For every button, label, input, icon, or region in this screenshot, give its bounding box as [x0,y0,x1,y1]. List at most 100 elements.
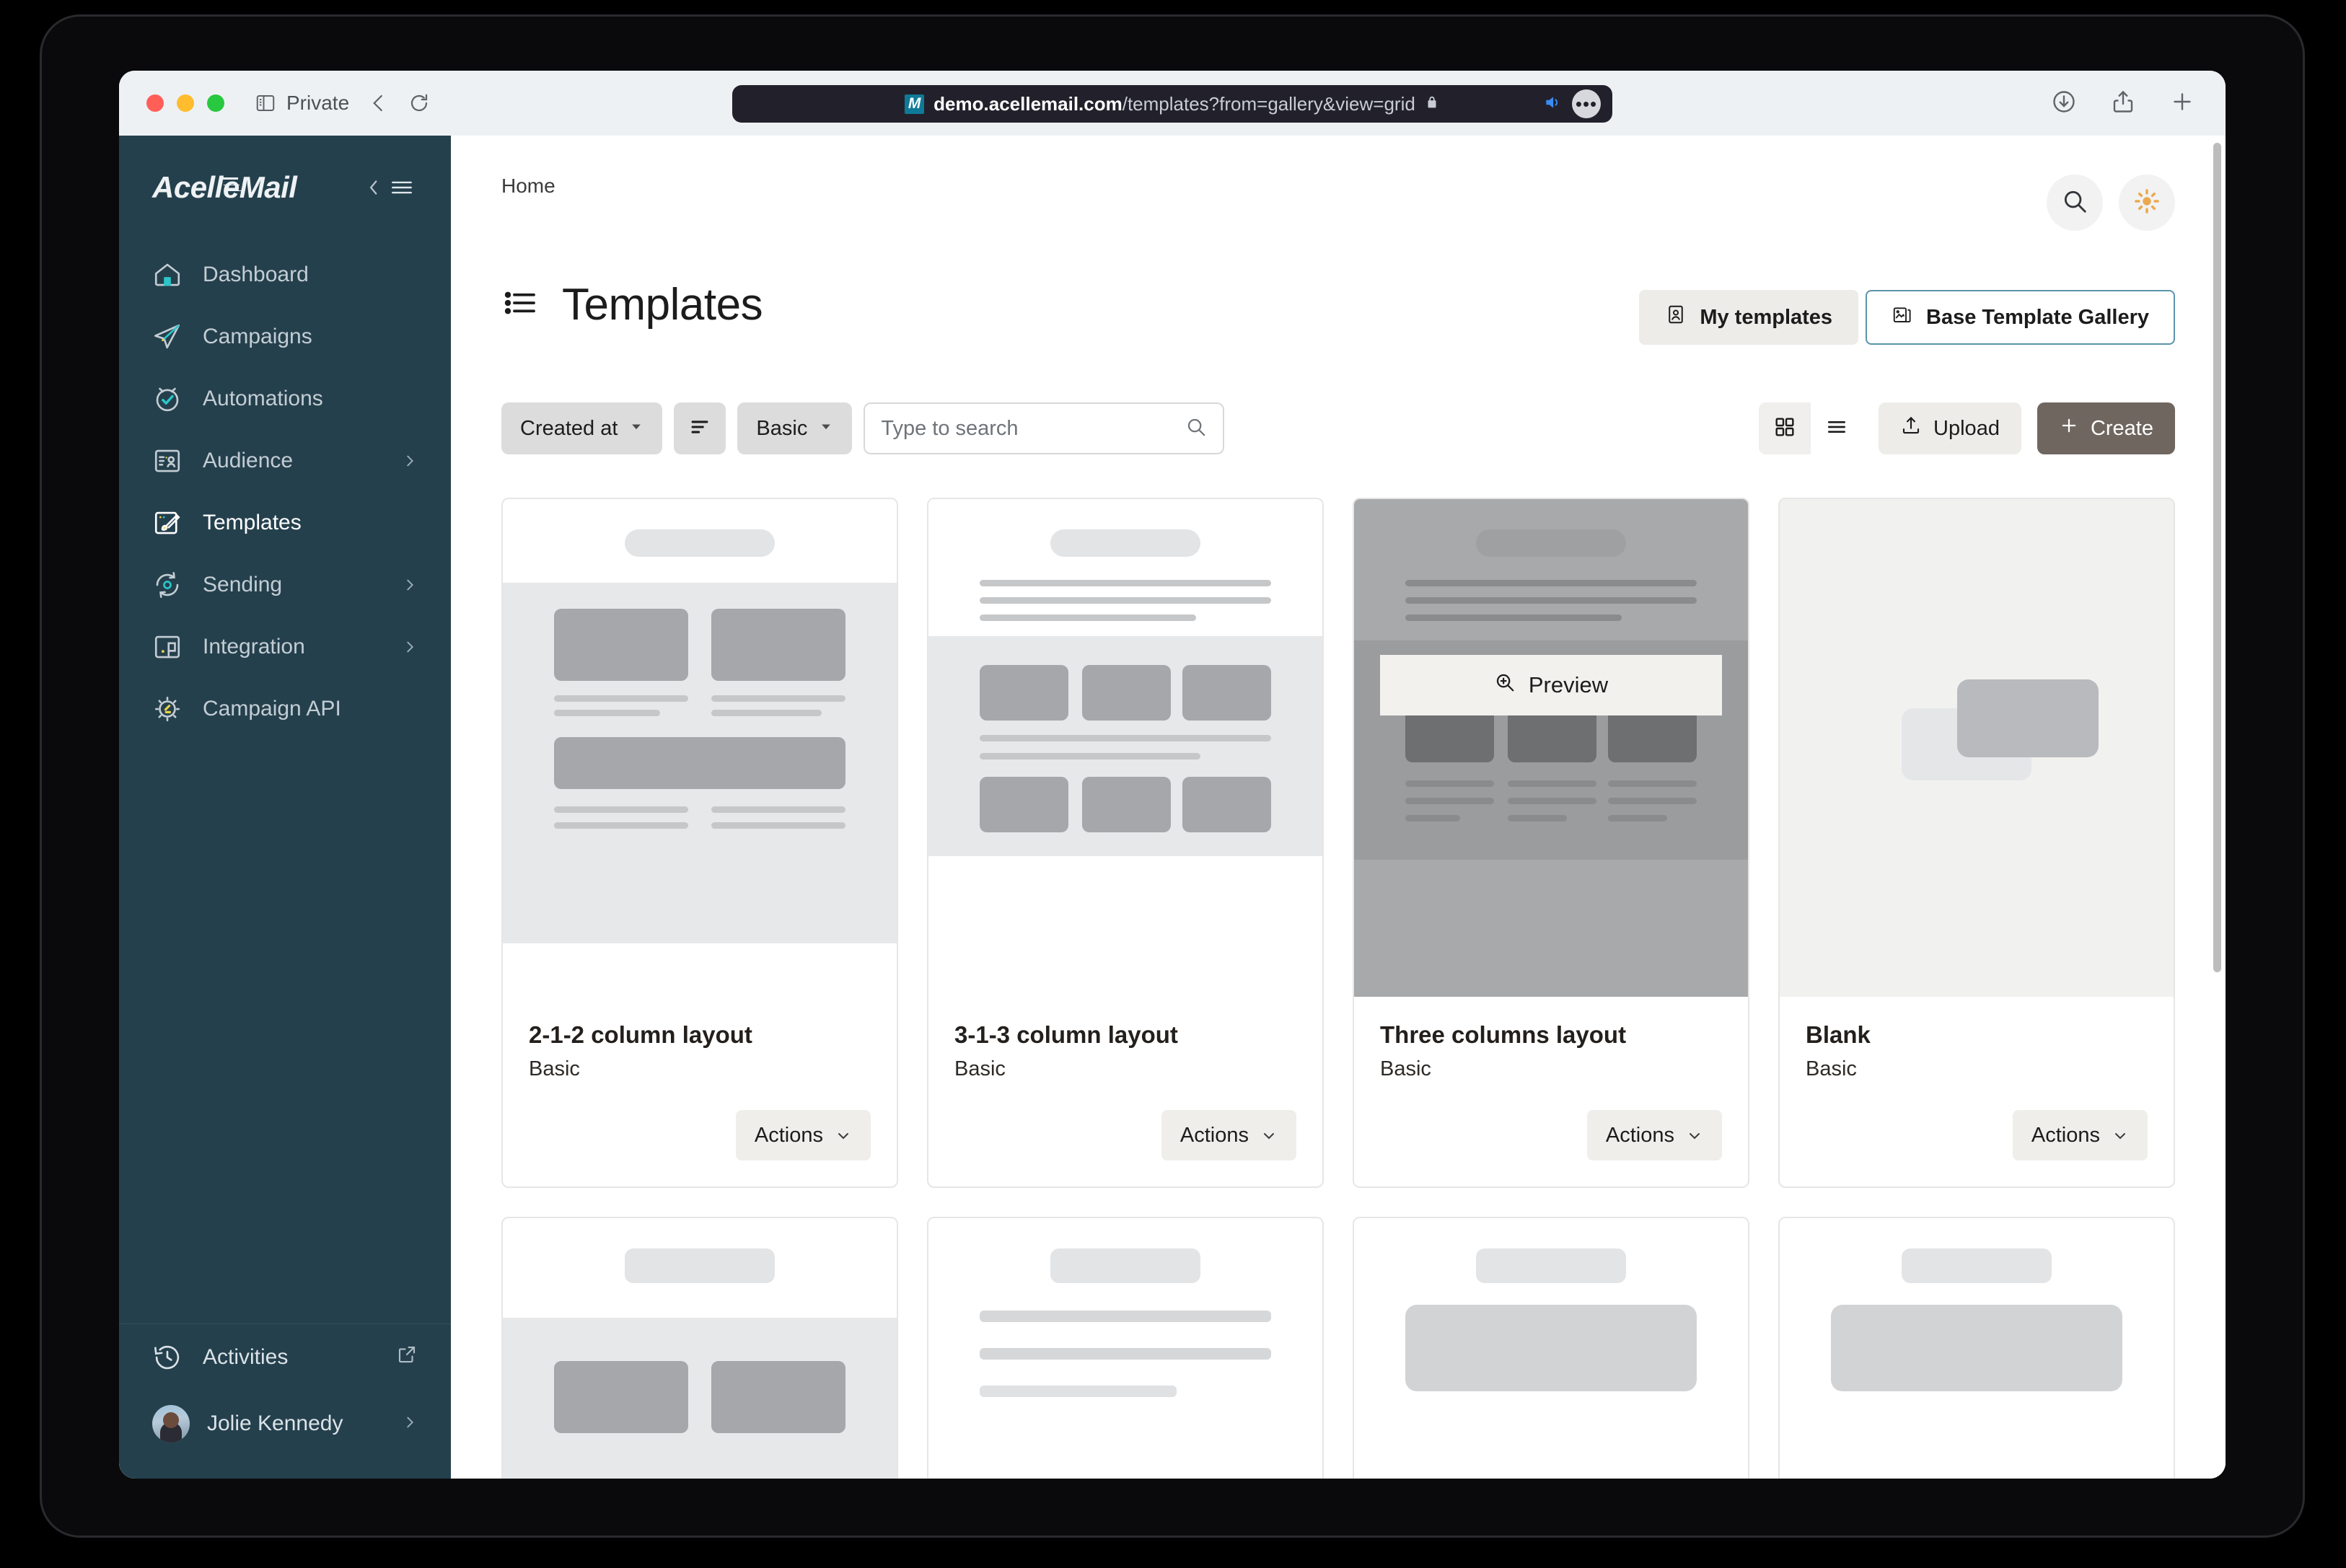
search-field-wrapper[interactable] [864,402,1225,454]
share-icon[interactable] [2110,89,2136,118]
reload-icon[interactable] [408,92,430,114]
vertical-scrollbar[interactable] [2213,143,2221,972]
search-input[interactable] [881,416,1186,441]
sort-field-label: Created at [520,416,618,440]
template-thumbnail[interactable]: Preview [1354,499,1748,997]
wireframe-line [979,753,1200,759]
sidebar-icon[interactable] [255,92,276,114]
wireframe-line [1405,815,1461,822]
external-link-icon[interactable] [396,1344,418,1371]
brand-name: Acelle [152,170,240,204]
chevron-right-icon [402,577,418,593]
address-bar[interactable]: M demo.acellemail.com/templates?from=gal… [732,85,1612,123]
plus-icon [2059,415,2079,441]
template-card[interactable] [1778,1217,2175,1479]
category-filter-dropdown[interactable]: Basic [737,402,853,454]
upload-button[interactable]: Upload [1879,402,2021,454]
chevron-down-icon [629,419,643,438]
search-icon [1185,416,1207,441]
sidebar-item-templates[interactable]: Templates [119,492,451,554]
template-thumbnail[interactable] [503,1218,897,1479]
sidebar-item-dashboard[interactable]: Dashboard [119,244,451,306]
sidebar-item-campaigns[interactable]: Campaigns [119,306,451,368]
window-controls[interactable] [146,94,224,112]
sidebar-item-audience[interactable]: Audience [119,430,451,492]
upload-label: Upload [1933,416,2000,440]
template-card[interactable] [1353,1217,1749,1479]
back-chevron-icon[interactable] [368,92,390,114]
header-search-button[interactable] [2047,175,2103,231]
actions-button[interactable]: Actions [1586,1110,1722,1160]
wireframe-block [1081,665,1171,721]
sidebar-item-sending[interactable]: Sending [119,554,451,616]
template-thumbnail[interactable] [1780,499,2174,997]
url-text: demo.acellemail.com/templates?from=galle… [933,93,1415,115]
sidebar-item-label: Integration [203,635,305,659]
template-title: Blank [1806,1021,1871,1048]
sidebar-item-label: Audience [203,449,294,472]
actions-button[interactable]: Actions [735,1110,871,1160]
wireframe-line [553,806,688,813]
template-thumbnail[interactable] [1780,1218,2174,1479]
create-button[interactable]: Create [2037,402,2175,454]
template-card[interactable]: Preview Three columns layout Basic Actio… [1353,498,1749,1188]
wireframe-block [1081,777,1171,832]
template-thumbnail[interactable] [503,499,897,997]
grid-view-button[interactable] [1759,402,1811,454]
wireframe-line [1608,815,1668,822]
template-thumbnail[interactable] [928,499,1322,997]
maximize-window-button[interactable] [207,94,224,112]
sort-descending-icon [687,415,712,443]
history-clock-icon [152,1342,185,1373]
sidebar-user-menu[interactable]: Jolie Kennedy [119,1391,451,1457]
sidebar-item-activities[interactable]: Activities [119,1324,451,1391]
home-icon [152,260,185,290]
template-card[interactable]: 3-1-3 column layout Basic Actions [927,498,1324,1188]
screen: Private M demo.acellemail.com/templates?… [119,71,2226,1479]
preview-button[interactable]: Preview [1380,655,1722,715]
minimize-window-button[interactable] [177,94,194,112]
sidebar-item-automations[interactable]: Automations [119,368,451,430]
actions-button[interactable]: Actions [2012,1110,2148,1160]
template-card[interactable] [501,1217,898,1479]
sort-field-dropdown[interactable]: Created at [501,402,663,454]
sort-order-button[interactable] [674,402,726,454]
tab-my-templates[interactable]: My templates [1639,290,1859,345]
chevron-down-icon [1690,1133,1700,1140]
list-view-button[interactable] [1811,402,1863,454]
more-ellipsis-icon[interactable]: ••• [1572,89,1601,118]
template-card[interactable] [927,1217,1324,1479]
wireframe-line [711,695,845,702]
sidebar-item-campaign-api[interactable]: Campaign API [119,678,451,740]
sidebar-footer-label: Activities [203,1345,289,1369]
wireframe-block [711,1361,845,1433]
wireframe-line [553,822,688,829]
actions-label: Actions [1605,1123,1674,1147]
templates-toolbar: Created at Basic Type to search Upload C… [501,402,2175,454]
private-browsing-indicator[interactable]: Private [255,92,349,115]
template-card[interactable]: Blank Basic Actions [1778,498,2175,1188]
breadcrumb[interactable]: Home [501,175,555,198]
speaker-icon[interactable] [1543,93,1562,115]
avatar [152,1405,190,1443]
actions-button[interactable]: Actions [1161,1110,1296,1160]
wireframe-line [1507,815,1567,822]
plug-icon [152,632,185,662]
template-thumbnail[interactable] [928,1218,1322,1479]
sync-gear-icon [152,570,185,600]
template-card[interactable]: 2-1-2 column layout Basic Actions [501,498,898,1188]
category-filter-label: Basic [756,416,808,440]
download-icon[interactable] [2051,89,2077,118]
sidebar-collapse-button[interactable] [366,175,418,200]
chevron-left-icon [369,180,377,195]
brand-logo[interactable]: Acelle Mail [152,170,297,205]
wireframe-line [979,1311,1271,1322]
tab-base-template-gallery[interactable]: Base Template Gallery [1866,290,2175,345]
sidebar-item-integration[interactable]: Integration [119,616,451,678]
lock-icon [1424,94,1440,114]
close-window-button[interactable] [146,94,164,112]
template-thumbnail[interactable] [1354,1218,1748,1479]
plus-icon[interactable] [2169,89,2195,118]
theme-toggle-button[interactable] [2119,175,2175,231]
templates-grid: 2-1-2 column layout Basic Actions 3-1-3 … [501,498,2175,1479]
